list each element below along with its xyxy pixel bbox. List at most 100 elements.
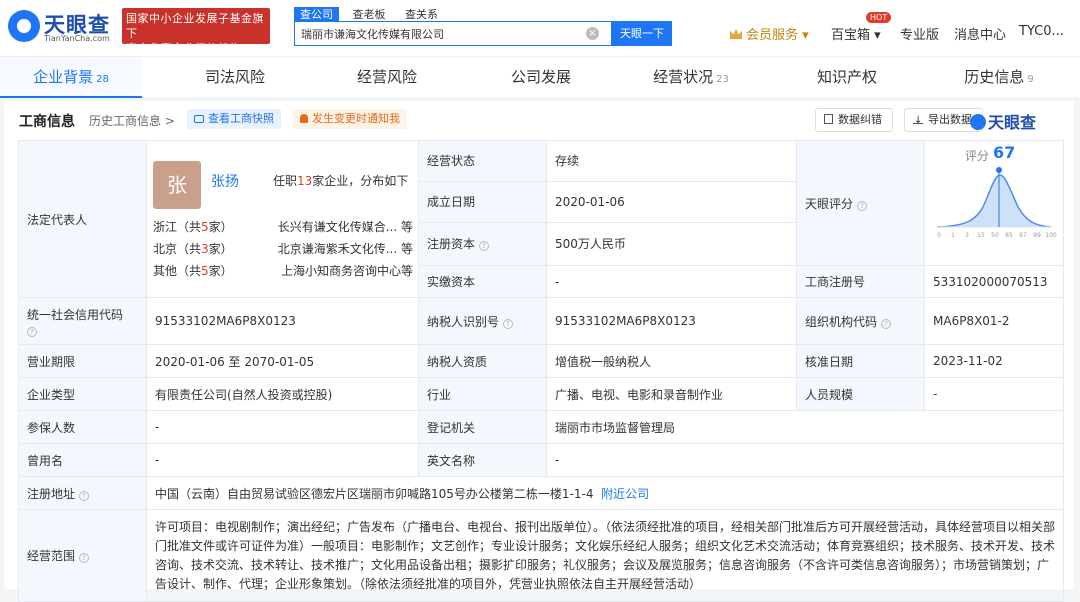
- province-company[interactable]: 长兴有谦文化传媒合... 等: [263, 218, 413, 235]
- paid-capital-value: -: [546, 265, 797, 298]
- scope-value: 许可项目：电视剧制作；演出经纪；广告发布（广播电台、电视台、报刊出版单位）。（依…: [146, 509, 1064, 602]
- authority-label: 登记机关: [418, 410, 547, 444]
- term-label: 营业期限: [18, 344, 147, 378]
- english-name-value: -: [546, 443, 1064, 477]
- legal-rep-label: 法定代表人: [18, 140, 147, 298]
- reg-capital-label: 注册资本?: [418, 221, 547, 267]
- search-tab-boss[interactable]: 查老板: [353, 8, 386, 21]
- notify-change-button[interactable]: 发生变更时通知我: [293, 109, 407, 129]
- site-logo[interactable]: 天眼查 TianYanCha.com: [8, 10, 116, 46]
- industry-label: 行业: [418, 377, 547, 411]
- industry-value: 广播、电视、电影和录音制作业: [546, 377, 797, 411]
- score-axis-label: 1: [951, 232, 955, 239]
- score-axis-label: 3: [965, 232, 969, 239]
- user-menu[interactable]: TYC0...: [1019, 24, 1064, 39]
- nearby-companies-link[interactable]: 附近公司: [601, 487, 649, 501]
- snapshot-button[interactable]: 查看工商快照: [187, 109, 281, 129]
- status-label: 经营状态: [418, 140, 547, 182]
- credit-code-label: 统一社会信用代码?: [18, 297, 147, 345]
- tab-operations[interactable]: 经营状况 23: [616, 57, 766, 98]
- bell-icon: [300, 114, 308, 123]
- term-value: 2020-01-06 至 2070-01-05: [146, 344, 419, 378]
- status-value: 存续: [546, 140, 797, 182]
- taxpayer-value: 增值税一般纳税人: [546, 344, 797, 378]
- search-input[interactable]: [295, 22, 575, 45]
- reg-no-label: 工商注册号: [796, 265, 925, 298]
- history-info-link[interactable]: 历史工商信息 >: [89, 112, 175, 129]
- org-code-value: MA6P8X01-2: [924, 297, 1064, 345]
- camera-icon: [194, 115, 204, 123]
- company-type-value: 有限责任公司(自然人投资或控股): [146, 377, 419, 411]
- tab-legal-risk[interactable]: 司法风险: [160, 57, 310, 98]
- legal-rep-positions: 任职13家企业，分布如下: [273, 174, 409, 188]
- clear-icon[interactable]: ×: [586, 27, 599, 40]
- tab-background[interactable]: 企业背景 28: [0, 57, 142, 98]
- score-axis-label: 0: [937, 232, 941, 239]
- score-axis-label: 99: [1033, 232, 1041, 239]
- score-curve-chart: 0 1 3 15 50 85 97 99 100: [936, 167, 1057, 239]
- tax-id-label: 纳税人识别号?: [418, 297, 547, 345]
- scope-label: 经营范围?: [18, 509, 147, 602]
- score-axis-label: 85: [1005, 232, 1013, 239]
- business-info-card: 工商信息 历史工商信息 > 查看工商快照 发生变更时通知我 数据纠错 导出数据 …: [4, 101, 1074, 602]
- staff-size-label: 人员规模: [796, 377, 925, 411]
- help-icon[interactable]: ?: [503, 318, 514, 329]
- company-type-label: 企业类型: [18, 377, 147, 411]
- credit-code-value: 91533102MA6P8X0123: [146, 297, 419, 345]
- help-icon[interactable]: ?: [881, 318, 892, 329]
- score-axis-label: 15: [977, 232, 985, 239]
- english-name-label: 英文名称: [418, 443, 547, 477]
- approve-date-label: 核准日期: [796, 344, 925, 378]
- insured-value: -: [146, 410, 419, 444]
- score-marker: [996, 167, 1002, 173]
- tab-development[interactable]: 公司发展: [466, 57, 616, 98]
- avatar[interactable]: 张: [153, 161, 201, 209]
- tax-id-value: 91533102MA6P8X0123: [546, 297, 797, 345]
- search-tabs: 查公司 查老板 查关系: [294, 6, 454, 22]
- score-cell[interactable]: 评分 67 0 1 3 15 50 85 97 99 100: [924, 140, 1064, 266]
- province-company[interactable]: 北京谦海紫禾文化传... 等: [263, 240, 413, 257]
- pro-version-link[interactable]: 专业版: [900, 24, 939, 43]
- taxpayer-label: 纳税人资质: [418, 344, 547, 378]
- section-title: 工商信息: [19, 114, 75, 130]
- member-service-menu[interactable]: 会员服务 ▾: [730, 24, 809, 43]
- help-icon[interactable]: ?: [79, 490, 90, 501]
- help-icon[interactable]: ?: [79, 553, 90, 563]
- address-value: 中国（云南）自由贸易试验区德宏片区瑞丽市卯喊路105号办公楼第二栋一楼1-1-4: [155, 486, 594, 501]
- search-box: ×: [294, 21, 612, 46]
- search-button[interactable]: 天眼一下: [612, 21, 672, 46]
- tab-business-risk[interactable]: 经营风险: [312, 57, 462, 98]
- tab-history[interactable]: 历史信息 9: [924, 57, 1074, 98]
- toolbox-menu[interactable]: 百宝箱 ▾: [831, 24, 881, 43]
- search-tab-company[interactable]: 查公司: [294, 7, 339, 22]
- message-center-link[interactable]: 消息中心: [954, 24, 1006, 43]
- search-tab-relation[interactable]: 查关系: [405, 8, 438, 21]
- legal-rep-cell: 张 张扬 任职13家企业，分布如下 浙江（共5家） 长兴有谦文化传媒合... 等…: [146, 140, 419, 298]
- official-badge: 国家中小企业发展子基金旗下 官方备案企业征信机构: [122, 8, 270, 55]
- business-info-table: 法定代表人 张 张扬 任职13家企业，分布如下 浙江（共5家） 长兴有谦文化传媒…: [18, 140, 1064, 602]
- reg-capital-value: 500万人民币: [546, 221, 797, 267]
- score-label: 天眼评分?: [796, 140, 925, 266]
- help-icon[interactable]: ?: [857, 200, 868, 211]
- help-icon[interactable]: ?: [479, 241, 490, 252]
- province-item[interactable]: 其他（共5家）: [153, 262, 233, 279]
- address-cell: 中国（云南）自由贸易试验区德宏片区瑞丽市卯喊路105号办公楼第二栋一楼1-1-4…: [146, 476, 1064, 510]
- document-icon: [824, 114, 833, 124]
- report-error-button[interactable]: 数据纠错: [815, 108, 893, 132]
- tab-ip[interactable]: 知识产权: [772, 57, 922, 98]
- eye-logo-icon: [8, 10, 40, 42]
- score-axis-label: 50: [991, 232, 999, 239]
- province-item[interactable]: 浙江（共5家）: [153, 218, 233, 235]
- reg-no-value: 533102000070513: [924, 265, 1064, 298]
- legal-rep-name[interactable]: 张扬: [211, 171, 239, 191]
- province-item[interactable]: 北京（共3家）: [153, 240, 233, 257]
- province-company[interactable]: 上海小知商务咨询中心等: [263, 262, 413, 279]
- est-date-value: 2020-01-06: [546, 180, 797, 223]
- top-bar: 天眼查 TianYanCha.com 国家中小企业发展子基金旗下 官方备案企业征…: [0, 0, 1080, 56]
- help-icon[interactable]: ?: [27, 326, 37, 337]
- score-axis-label: 100: [1045, 232, 1057, 239]
- authority-value: 瑞丽市市场监督管理局: [546, 410, 1064, 444]
- former-name-label: 曾用名: [18, 443, 147, 477]
- main-tabs: 企业背景 28 司法风险 经营风险 公司发展 经营状况 23 知识产权 历史信息 9: [0, 56, 1080, 98]
- address-label: 注册地址?: [18, 476, 147, 510]
